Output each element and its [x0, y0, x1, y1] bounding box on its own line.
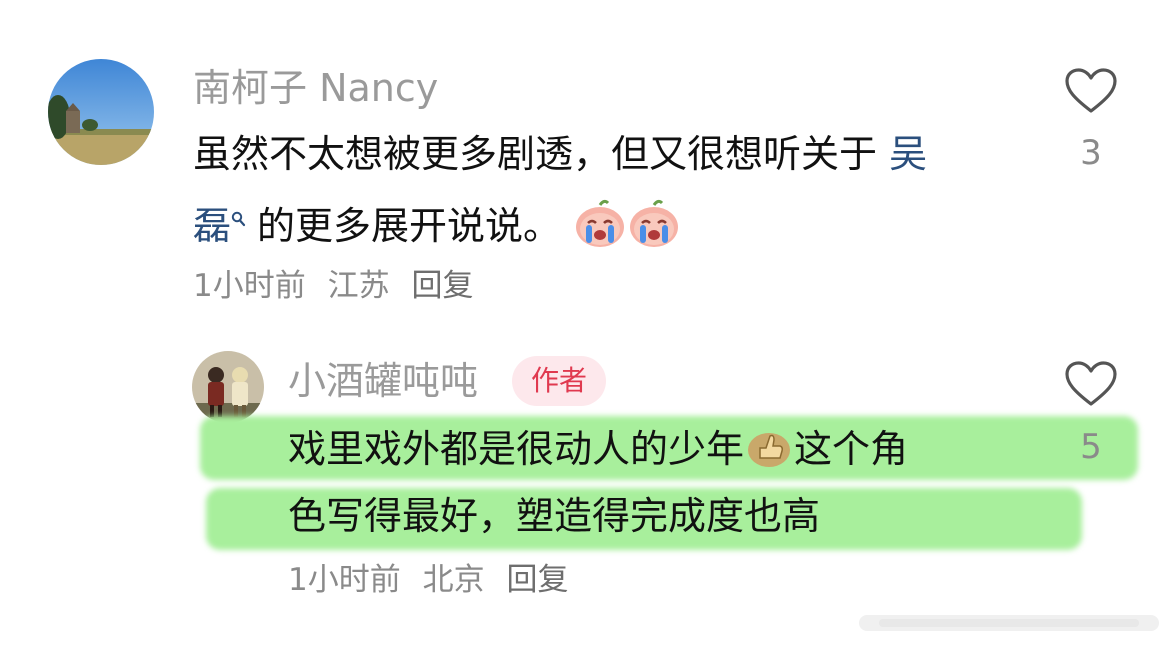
comment-text: 这个角: [794, 427, 909, 471]
reply-button[interactable]: 回复: [411, 268, 473, 304]
like-count: 3: [1080, 133, 1102, 173]
watermark: [859, 611, 1159, 635]
comment-time: 1小时前: [193, 268, 306, 304]
avatar-landscape-image: [48, 59, 154, 165]
mention-link-part[interactable]: 吴: [889, 132, 927, 176]
comment-location: 北京: [422, 562, 485, 598]
like-button[interactable]: [1064, 67, 1118, 115]
reply-button[interactable]: 回复: [506, 562, 568, 598]
avatar[interactable]: [48, 59, 154, 165]
username[interactable]: 小酒罐吨吨: [288, 362, 478, 400]
comment-text: 色写得最好，塑造得完成度也高: [288, 494, 821, 538]
comment-text-line: 色写得最好，塑造得完成度也高: [288, 497, 820, 535]
like-count: 5: [1080, 427, 1102, 467]
comment-text-line: 磊的更多展开说说。: [193, 199, 681, 255]
comment-text: 虽然不太想被更多剧透，但又很想听关于: [193, 132, 878, 176]
crying-emoji-icon: [573, 199, 627, 255]
thumbs-up-emoji-icon: [746, 428, 792, 474]
heart-icon: [1065, 68, 1117, 113]
comment-meta: 1小时前 北京 回复: [288, 565, 580, 596]
crying-emoji-icon: [627, 199, 681, 255]
comment-text: 的更多展开说说。: [257, 204, 562, 248]
username[interactable]: 南柯子 Nancy: [193, 69, 438, 107]
mention-link-part[interactable]: 磊: [193, 204, 231, 248]
comment-time: 1小时前: [288, 562, 401, 598]
comment-text-line: 戏里戏外都是很动人的少年 这个角: [288, 428, 908, 474]
avatar[interactable]: [192, 351, 264, 423]
comment-text: 戏里戏外都是很动人的少年: [288, 427, 745, 471]
like-button[interactable]: [1064, 360, 1118, 408]
comment-location: 江苏: [327, 268, 390, 304]
search-icon[interactable]: [231, 197, 247, 235]
author-badge: 作者: [512, 356, 606, 406]
heart-icon: [1065, 361, 1117, 406]
avatar-figures-image: [192, 351, 264, 423]
comment-text-line: 虽然不太想被更多剧透，但又很想听关于 吴: [193, 135, 927, 173]
comment-meta: 1小时前 江苏 回复: [193, 271, 485, 302]
